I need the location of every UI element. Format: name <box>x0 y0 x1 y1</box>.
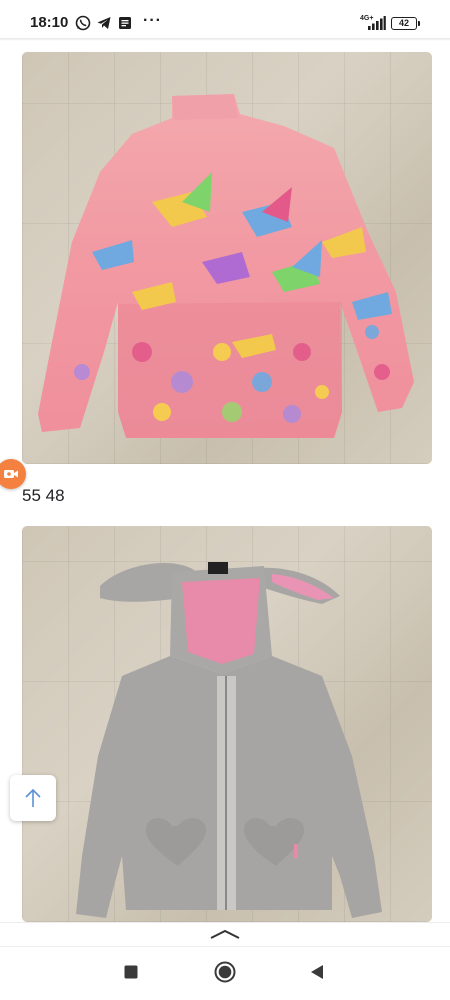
recent-apps-button[interactable] <box>117 958 145 986</box>
video-record-button[interactable] <box>0 459 26 489</box>
whatsapp-icon <box>75 15 91 31</box>
more-notifications-icon: ··· <box>143 12 162 29</box>
video-camera-icon <box>4 470 18 478</box>
hoodie-image <box>76 562 382 918</box>
listing-photo-hoodie[interactable] <box>22 526 432 922</box>
listing-photo-turtleneck[interactable] <box>22 52 432 464</box>
home-icon <box>214 961 236 983</box>
scroll-to-top-button[interactable] <box>10 775 56 821</box>
recent-apps-icon <box>124 965 138 979</box>
status-time: 18:10 <box>30 14 69 31</box>
listing-caption: 55 48 <box>22 486 65 505</box>
message-icon <box>119 17 131 29</box>
arrow-up-icon <box>25 788 41 807</box>
signal-strength-icon <box>368 16 386 30</box>
header-divider <box>0 38 450 41</box>
home-button[interactable] <box>211 958 239 986</box>
turtleneck-image <box>38 94 414 438</box>
battery-indicator: 42 <box>391 17 420 30</box>
telegram-icon <box>97 17 111 29</box>
back-button[interactable] <box>303 958 331 986</box>
chevron-up-icon[interactable] <box>210 928 240 940</box>
back-icon <box>311 965 323 979</box>
